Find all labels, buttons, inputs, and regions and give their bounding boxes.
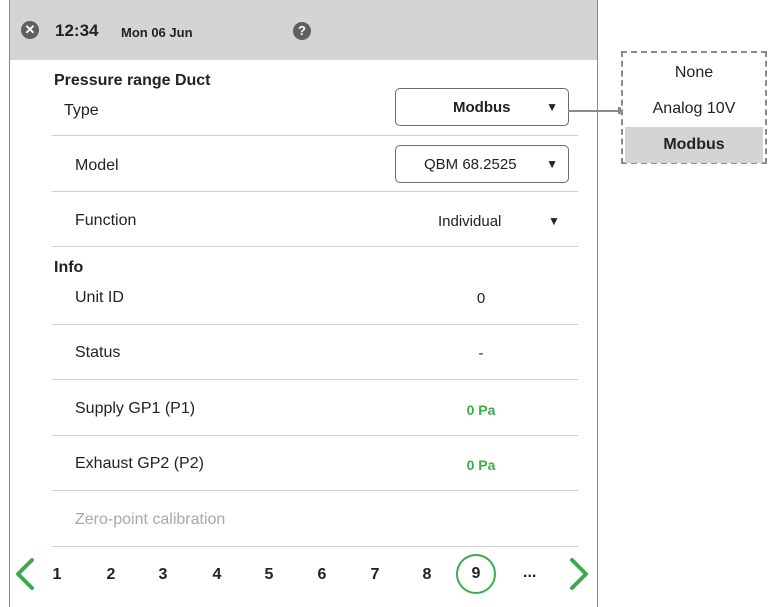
- unit-id-value: 0: [476, 290, 486, 307]
- help-icon[interactable]: ?: [293, 22, 311, 40]
- device-screen: ✕ 12:34 Mon 06 Jun ? Pressure range Duct…: [9, 0, 598, 607]
- status-label: Status: [75, 344, 121, 361]
- chevron-left-icon[interactable]: [8, 554, 44, 594]
- model-select[interactable]: QBM 68.2525 ▼: [395, 145, 569, 183]
- divider: [52, 490, 578, 491]
- close-icon[interactable]: ✕: [21, 21, 39, 39]
- unit-id-label: Unit ID: [75, 289, 124, 306]
- type-label: Type: [64, 102, 99, 119]
- function-select-value: Individual: [438, 213, 502, 230]
- exhaust-gp2-label: Exhaust GP2 (P2): [75, 455, 204, 472]
- dropdown-option-analog-10v[interactable]: Analog 10V: [625, 91, 763, 127]
- type-dropdown-menu: None Analog 10V Modbus: [621, 51, 767, 164]
- exhaust-gp2-value: 0 Pa: [466, 457, 496, 473]
- type-select-value: Modbus: [453, 99, 511, 116]
- function-label: Function: [75, 212, 137, 229]
- page-8[interactable]: 8: [415, 566, 439, 584]
- dropdown-option-modbus[interactable]: Modbus: [625, 127, 763, 163]
- callout-connector: [568, 110, 623, 112]
- page-4[interactable]: 4: [205, 566, 229, 584]
- page-2[interactable]: 2: [99, 566, 123, 584]
- type-select[interactable]: Modbus ▼: [395, 88, 569, 126]
- divider: [52, 135, 578, 136]
- zero-point-calibration-button[interactable]: Zero-point calibration: [75, 511, 225, 529]
- model-select-value: QBM 68.2525: [424, 156, 517, 173]
- model-label: Model: [75, 157, 119, 174]
- section-title-pressure: Pressure range Duct: [54, 72, 211, 89]
- page-3[interactable]: 3: [151, 566, 175, 584]
- clock-time: 12:34: [55, 21, 99, 40]
- page-6[interactable]: 6: [310, 566, 334, 584]
- supply-gp1-value: 0 Pa: [466, 402, 496, 418]
- status-value: -: [478, 345, 484, 362]
- chevron-down-icon: ▼: [548, 214, 560, 228]
- chevron-down-icon: ▼: [546, 100, 558, 114]
- divider: [52, 435, 578, 436]
- divider: [52, 379, 578, 380]
- chevron-down-icon: ▼: [546, 157, 558, 171]
- supply-gp1-label: Supply GP1 (P1): [75, 400, 196, 417]
- clock-date: Mon 06 Jun: [121, 25, 193, 40]
- page-1[interactable]: 1: [45, 566, 69, 584]
- divider: [52, 324, 578, 325]
- divider: [52, 191, 578, 192]
- chevron-right-icon[interactable]: [560, 554, 596, 594]
- status-header: ✕ 12:34 Mon 06 Jun ?: [10, 0, 597, 60]
- divider: [52, 546, 578, 547]
- page-7[interactable]: 7: [363, 566, 387, 584]
- page-9-current[interactable]: 9: [456, 554, 496, 594]
- page-5[interactable]: 5: [257, 566, 281, 584]
- divider: [52, 246, 578, 247]
- page-ellipsis[interactable]: ...: [523, 564, 536, 582]
- pagination: 1 2 3 4 5 6 7 8 9 ...: [10, 548, 597, 607]
- dropdown-option-none[interactable]: None: [625, 55, 763, 91]
- section-title-info: Info: [54, 259, 84, 276]
